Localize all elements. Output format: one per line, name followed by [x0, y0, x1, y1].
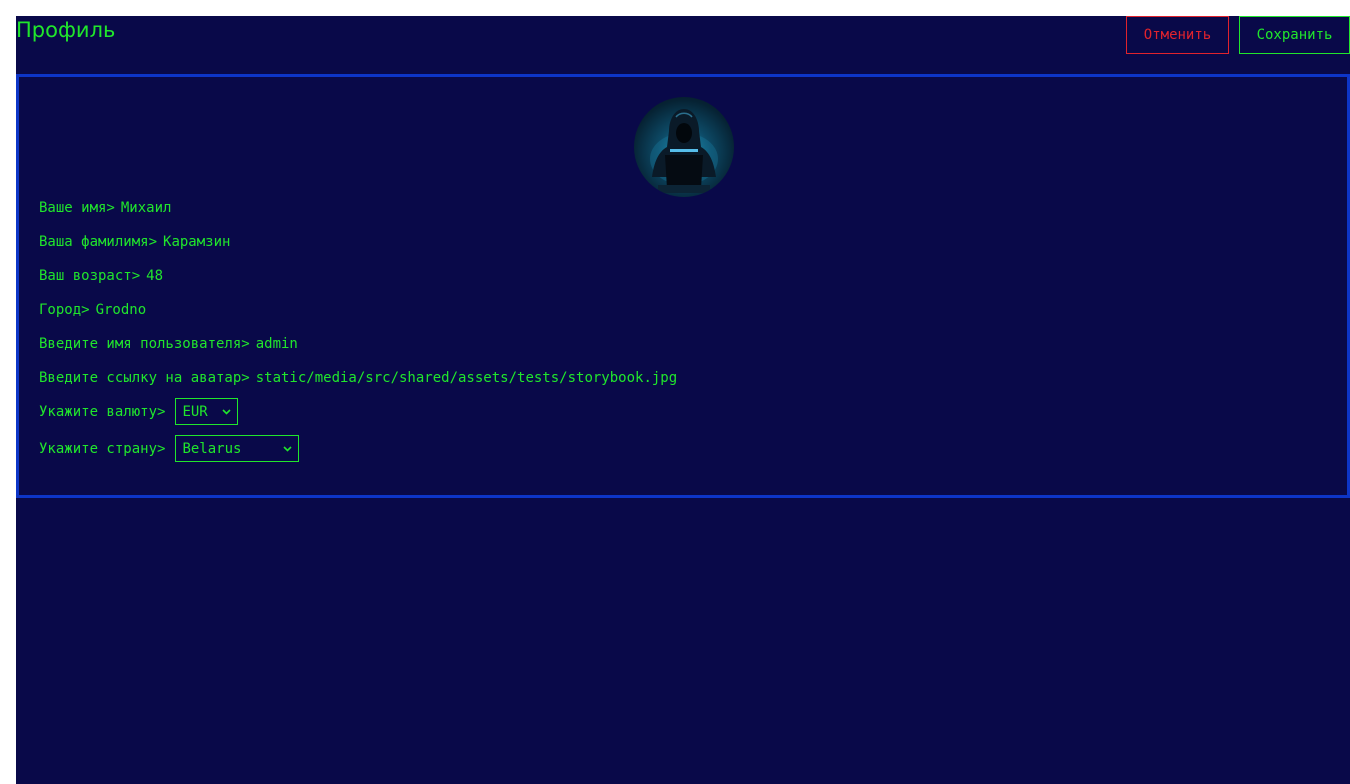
save-button[interactable]: Сохранить: [1239, 16, 1350, 54]
currency-label: Укажите валюту>: [39, 403, 166, 420]
city-value[interactable]: Grodno: [96, 302, 147, 318]
avatar: [634, 97, 734, 197]
country-row: Укажите страну> Belarus: [39, 435, 300, 462]
chevron-down-icon: [222, 408, 232, 415]
avatar-url-value[interactable]: static/media/src/shared/assets/tests/sto…: [256, 370, 677, 386]
country-label: Укажите страну>: [39, 440, 166, 457]
age-value[interactable]: 48: [146, 268, 163, 284]
cancel-button[interactable]: Отменить: [1126, 16, 1229, 54]
last-name-row: Ваша фамилимя> Карамзин: [39, 234, 230, 250]
hacker-avatar-icon: [650, 109, 718, 193]
country-selected-value: Belarus: [182, 440, 242, 457]
avatar-url-label: Введите ссылку на аватар>: [39, 370, 250, 386]
city-row: Город> Grodno: [39, 302, 146, 318]
first-name-row: Ваше имя> Михаил: [39, 200, 171, 216]
username-label: Введите имя пользователя>: [39, 336, 250, 352]
page-title: Профиль: [16, 18, 116, 42]
last-name-value[interactable]: Карамзин: [163, 234, 230, 250]
first-name-value[interactable]: Михаил: [121, 200, 172, 216]
profile-card: Ваше имя> Михаил Ваша фамилимя> Карамзин…: [16, 74, 1350, 498]
chevron-down-icon: [283, 445, 293, 452]
profile-page: Профиль Отменить Сохранить Ваше имя> Мих…: [16, 16, 1350, 784]
currency-select[interactable]: EUR: [175, 398, 239, 425]
city-label: Город>: [39, 302, 90, 318]
avatar-url-row: Введите ссылку на аватар> static/media/s…: [39, 370, 677, 386]
currency-row: Укажите валюту> EUR: [39, 398, 239, 425]
first-name-label: Ваше имя>: [39, 200, 115, 216]
username-value[interactable]: admin: [256, 336, 298, 352]
country-select[interactable]: Belarus: [175, 435, 300, 462]
age-row: Ваш возраст> 48: [39, 268, 163, 284]
age-label: Ваш возраст>: [39, 268, 141, 284]
currency-selected-value: EUR: [182, 403, 208, 420]
last-name-label: Ваша фамилимя>: [39, 234, 158, 250]
username-row: Введите имя пользователя> admin: [39, 336, 298, 352]
